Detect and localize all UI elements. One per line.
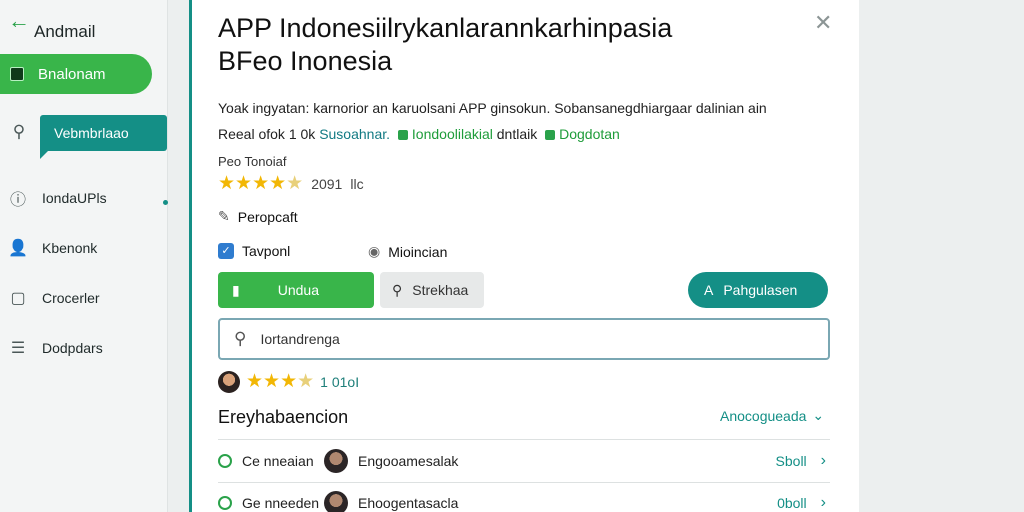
radio-icon[interactable]: [218, 496, 232, 510]
list-icon: ☰: [10, 340, 26, 357]
download-button[interactable]: ▮ Undua: [218, 272, 374, 308]
sidebar-active-label: Vebmbrlaao: [54, 125, 129, 141]
link-2[interactable]: Iondoolilakial: [412, 126, 493, 142]
sidebar-item-label: Crocerler: [42, 290, 100, 306]
search-button-label: Strekhaa: [412, 282, 469, 298]
sidebar-item-active[interactable]: Vebmbrlaao: [40, 115, 167, 159]
description-line-2: Reeal ofok 1 0k Susoahnar. Iondoolilakia…: [218, 121, 818, 147]
indicator-dot: [163, 200, 168, 205]
list-item-name: Ehoogentasacla: [358, 495, 459, 511]
chat-icon: ▢: [10, 290, 26, 307]
divider: [218, 439, 830, 440]
search-input[interactable]: [260, 331, 801, 347]
feature-label: Peropcaft: [237, 208, 298, 225]
rating-count: 2091: [311, 175, 343, 192]
section-title: Ereyhabaencion: [218, 407, 349, 427]
avatar: [324, 449, 348, 473]
sidebar-item-list[interactable]: ☰ Dodpdars: [0, 330, 168, 366]
sidebar-item-label: Kbenonk: [42, 240, 98, 256]
link-2-suffix: dntlaik: [496, 126, 538, 142]
page-title: APP Indonesiilrykanlarannkarhinpasia BFe…: [218, 12, 798, 78]
checkbox-icon: ✓: [218, 243, 234, 259]
chevron-right-icon[interactable]: ›: [821, 452, 826, 470]
tag-icon: ✎: [218, 208, 230, 224]
check-icon: [397, 130, 408, 140]
feature-row: ✎ Peropcaft: [218, 208, 298, 225]
search-icon: ⚲: [392, 281, 403, 298]
description-line-1: Yoak ingyatan: karnorior an karuolsani A…: [218, 100, 767, 116]
review-count: 1 01oI: [320, 373, 360, 390]
avatar: [324, 491, 348, 512]
detail-panel: ✕ APP Indonesiilrykanlarannkarhinpasia B…: [189, 0, 859, 512]
person-icon: 👤: [8, 240, 28, 257]
close-icon[interactable]: ✕: [814, 10, 832, 36]
sidebar-item-label: Dodpdars: [42, 340, 103, 356]
inbox-icon: [10, 67, 24, 81]
list-item[interactable]: Ge nneeden Ehoogentasacla 0boll ›: [218, 483, 830, 512]
description: Yoak ingyatan: karnorior an karuolsani A…: [218, 95, 818, 147]
title-line-2: BFeo Inonesia: [218, 45, 393, 76]
list-item-name: Engooamesalak: [358, 453, 459, 469]
star-rating-icon: ★★★★★: [218, 173, 304, 194]
chevron-right-icon[interactable]: ›: [821, 494, 826, 512]
user-icon: ◉: [368, 243, 381, 259]
translate-label: Pahgulasen: [723, 282, 798, 298]
sidebar-item-chat[interactable]: ▢ Crocerler: [0, 280, 168, 316]
list-item-action[interactable]: Sboll: [776, 453, 807, 469]
search-button[interactable]: ⚲ Strekhaa: [380, 272, 484, 308]
section-more-link[interactable]: Anocogueada ⌄: [720, 407, 824, 424]
radio-icon[interactable]: [218, 454, 232, 468]
section-more-label: Anocogueada: [720, 407, 807, 424]
star-rating-icon: ★★★★: [246, 371, 315, 392]
review-summary: ★★★★ 1 01oI: [218, 370, 359, 393]
search-icon: ⚲: [234, 329, 247, 348]
rating-suffix: llc: [350, 175, 364, 192]
chevron-down-icon: ⌄: [812, 407, 825, 423]
back-arrow-icon[interactable]: ←: [8, 10, 30, 32]
sidebar: ← Andmail Bnalonam ⚲ Vebmbrlaao ⓘ IondaU…: [0, 0, 168, 512]
list-item[interactable]: Ce nneaian Engooamesalak Sboll ›: [218, 441, 830, 481]
sidebar-item-info[interactable]: ⓘ IondaUPls: [0, 180, 168, 216]
sidebar-item-label: IondaUPls: [42, 190, 107, 206]
thumb-icon: ▮: [232, 281, 240, 298]
link-1[interactable]: Susoahnar.: [319, 126, 390, 142]
translate-button[interactable]: A Pahgulasen: [688, 272, 828, 308]
search-field[interactable]: ⚲: [218, 318, 830, 360]
people-icon[interactable]: ⚲: [8, 122, 30, 142]
option-2-label: Mioincian: [388, 243, 448, 260]
list-item-label: Ge nneeden: [242, 495, 320, 511]
list-item-label: Ce nneaian: [242, 453, 314, 469]
avatar: [218, 370, 240, 393]
check-icon: [545, 130, 556, 140]
sidebar-primary-button[interactable]: Bnalonam: [0, 54, 152, 94]
sidebar-primary-label: Bnalonam: [38, 65, 106, 83]
list-item-action[interactable]: 0boll: [777, 495, 807, 511]
rating: ★★★★★ 2091 llc: [218, 172, 364, 195]
download-label: Undua: [277, 282, 319, 298]
info-icon: ⓘ: [9, 192, 26, 209]
link-3[interactable]: Dogdotan: [559, 126, 620, 142]
sidebar-header: ← Andmail: [8, 10, 95, 42]
title-line-1: APP Indonesiilrykanlarannkarhinpasia: [218, 13, 673, 43]
option-2[interactable]: ◉ Mioincian: [368, 243, 447, 260]
meta-label: Peo Tonoiaf: [218, 154, 287, 169]
translate-icon: A: [704, 282, 714, 298]
option-1[interactable]: ✓ Tavponl: [218, 243, 290, 259]
sidebar-item-person[interactable]: 👤 Kbenonk: [0, 230, 168, 266]
option-1-label: Tavponl: [242, 243, 291, 259]
description-prefix: Reeal ofok 1 0k: [218, 126, 316, 142]
